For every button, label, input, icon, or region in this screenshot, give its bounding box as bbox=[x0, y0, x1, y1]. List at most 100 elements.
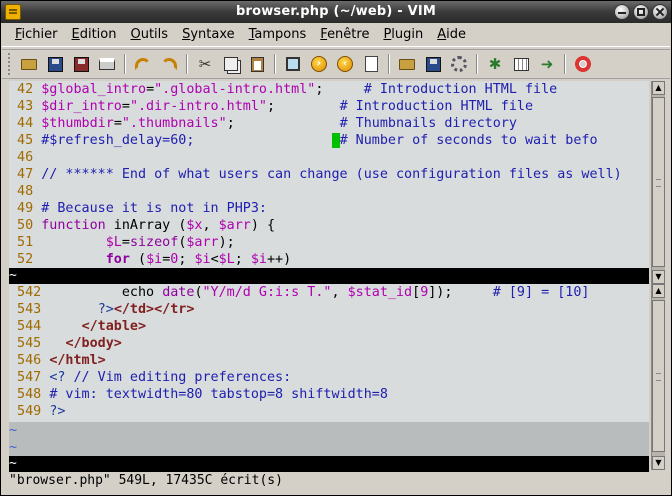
code-line[interactable]: 544 </table> bbox=[9, 318, 649, 335]
line-number: 51 bbox=[9, 235, 42, 250]
scroll-down-button[interactable]: ▼ bbox=[652, 270, 665, 284]
code-line[interactable]: 47 // ****** End of what users can chang… bbox=[9, 166, 649, 183]
scroll-down-button[interactable]: ▼ bbox=[652, 456, 665, 470]
code-line[interactable]: 42 $global_intro=".global-intro.html"; #… bbox=[9, 81, 649, 98]
find-prev-button[interactable]: ‹ bbox=[334, 53, 356, 75]
code-token: for bbox=[105, 252, 130, 267]
code-token: $x bbox=[186, 218, 203, 233]
editor-pane-top[interactable]: 42 $global_intro=".global-intro.html"; #… bbox=[9, 81, 649, 268]
find-replace-button[interactable] bbox=[282, 53, 304, 75]
code-token: $global_intro bbox=[41, 82, 147, 97]
code-line[interactable]: 543 ?></td></tr> bbox=[9, 301, 649, 318]
maximize-button[interactable] bbox=[633, 4, 649, 20]
close-button[interactable] bbox=[652, 4, 668, 20]
line-number: 546 bbox=[9, 353, 50, 368]
find-next-button[interactable]: › bbox=[308, 53, 330, 75]
toolbar-separator bbox=[124, 54, 126, 74]
code-token: ; bbox=[226, 116, 235, 131]
load-session-button[interactable] bbox=[360, 53, 382, 75]
code-line[interactable]: 542 echo date("Y/m/d G:i:s T.", $stat_id… bbox=[9, 284, 649, 301]
menu-aide[interactable]: Aide bbox=[430, 25, 473, 45]
editor-empty-lines[interactable]: ~ ~ bbox=[9, 422, 649, 456]
editor-pane-bottom[interactable]: 542 echo date("Y/m/d G:i:s T.", $stat_id… bbox=[9, 284, 649, 422]
status-line-top[interactable]: ~ bbox=[9, 268, 649, 284]
code-line[interactable]: 43 $dir_intro=".dir-intro.html"; # Intro… bbox=[9, 98, 649, 115]
code-token: #$refresh_delay=60; bbox=[41, 133, 195, 148]
save-button[interactable] bbox=[44, 53, 66, 75]
code-token: = bbox=[113, 116, 122, 131]
toolbar-grip[interactable] bbox=[8, 53, 12, 75]
line-number: 47 bbox=[9, 167, 42, 182]
code-token: date bbox=[162, 285, 195, 300]
code-token: $L bbox=[105, 235, 122, 250]
scroll-thumb[interactable] bbox=[652, 300, 665, 452]
code-token: </td></tr> bbox=[113, 302, 195, 317]
toolbar-separator bbox=[476, 54, 478, 74]
code-line[interactable]: 52 for ($i=0; $i<$L; $i++) bbox=[9, 251, 649, 268]
find-replace-icon bbox=[286, 57, 300, 71]
save-session-button[interactable] bbox=[422, 53, 444, 75]
code-token: = bbox=[146, 82, 155, 97]
code-line[interactable]: 46 bbox=[9, 149, 649, 166]
print-button[interactable] bbox=[96, 53, 118, 75]
code-token: ; bbox=[234, 252, 251, 267]
menu-bar: Fichier Edition Outils Syntaxe Tampons F… bbox=[2, 23, 670, 47]
open-folder-button[interactable] bbox=[396, 53, 418, 75]
line-number: 549 bbox=[9, 404, 50, 419]
make-button[interactable]: ✱ bbox=[484, 53, 506, 75]
menu-syntaxe[interactable]: Syntaxe bbox=[175, 25, 242, 45]
code-token: "Y/m/d G:i:s T." bbox=[202, 285, 332, 300]
save-all-button[interactable] bbox=[70, 53, 92, 75]
code-token: <? bbox=[49, 370, 66, 385]
code-token: ( bbox=[194, 285, 203, 300]
paste-button[interactable] bbox=[246, 53, 268, 75]
cut-icon: ✂ bbox=[198, 55, 212, 73]
code-line[interactable]: 45 #$refresh_delay=60; # Number of secon… bbox=[9, 132, 649, 149]
help-button[interactable] bbox=[572, 53, 594, 75]
code-line[interactable]: 545 </body> bbox=[9, 335, 649, 352]
menu-outils[interactable]: Outils bbox=[123, 25, 175, 45]
status-line-bottom[interactable]: ~ bbox=[9, 456, 649, 472]
load-session-icon bbox=[364, 56, 378, 72]
cut-button[interactable]: ✂ bbox=[194, 53, 216, 75]
command-line[interactable]: "browser.php" 549L, 17435C écrit(s) bbox=[9, 472, 669, 492]
scrollbar-bottom[interactable]: ▲ ▼ bbox=[651, 284, 665, 470]
save-all-icon bbox=[73, 56, 89, 72]
tag-jump-icon: ➜ bbox=[540, 55, 554, 73]
menu-plugin[interactable]: Plugin bbox=[376, 25, 430, 45]
code-line[interactable]: 48 bbox=[9, 183, 649, 200]
tag-jump-button[interactable]: ➜ bbox=[536, 53, 558, 75]
code-token: echo bbox=[49, 285, 163, 300]
menu-edition[interactable]: Edition bbox=[65, 25, 124, 45]
scroll-up-button[interactable]: ▲ bbox=[652, 81, 665, 95]
scroll-thumb[interactable] bbox=[652, 97, 665, 267]
undo-button[interactable] bbox=[132, 53, 154, 75]
minimize-button[interactable] bbox=[614, 4, 630, 20]
paste-icon bbox=[250, 56, 264, 72]
code-line[interactable]: 546 </html> bbox=[9, 352, 649, 369]
menu-fenetre[interactable]: Fenêtre bbox=[313, 25, 376, 45]
code-line[interactable]: 51 $L=sizeof($arr); bbox=[9, 234, 649, 251]
find-next-icon: › bbox=[311, 56, 327, 72]
copy-button[interactable] bbox=[220, 53, 242, 75]
menu-tampons[interactable]: Tampons bbox=[242, 25, 314, 45]
code-line[interactable]: 547 <? // Vim editing preferences: bbox=[9, 369, 649, 386]
code-line[interactable]: 50 function inArray ($x, $arr) { bbox=[9, 217, 649, 234]
shell-button[interactable] bbox=[510, 53, 532, 75]
open-button[interactable] bbox=[18, 53, 40, 75]
find-prev-icon: ‹ bbox=[337, 56, 353, 72]
run-script-button[interactable] bbox=[448, 53, 470, 75]
code-line[interactable]: 49 # Because it is not in PHP3: bbox=[9, 200, 649, 217]
redo-button[interactable] bbox=[158, 53, 180, 75]
code-token: $L bbox=[218, 252, 235, 267]
code-line[interactable]: 44 $thumbdir=".thumbnails"; # Thumbnails… bbox=[9, 115, 649, 132]
menu-fichier[interactable]: Fichier bbox=[8, 25, 65, 45]
code-token: // Vim editing preferences: bbox=[65, 370, 292, 385]
scrollbar-top[interactable]: ▲ ▼ bbox=[651, 81, 665, 284]
code-token: </html> bbox=[49, 353, 106, 368]
scroll-up-button[interactable]: ▲ bbox=[652, 284, 665, 298]
code-line[interactable]: 549 ?> bbox=[9, 403, 649, 420]
line-number: 44 bbox=[9, 116, 42, 131]
code-line[interactable]: 548 # vim: textwidth=80 tabstop=8 shiftw… bbox=[9, 386, 649, 403]
title-bar[interactable]: browser.php (~/web) - VIM bbox=[1, 1, 671, 23]
